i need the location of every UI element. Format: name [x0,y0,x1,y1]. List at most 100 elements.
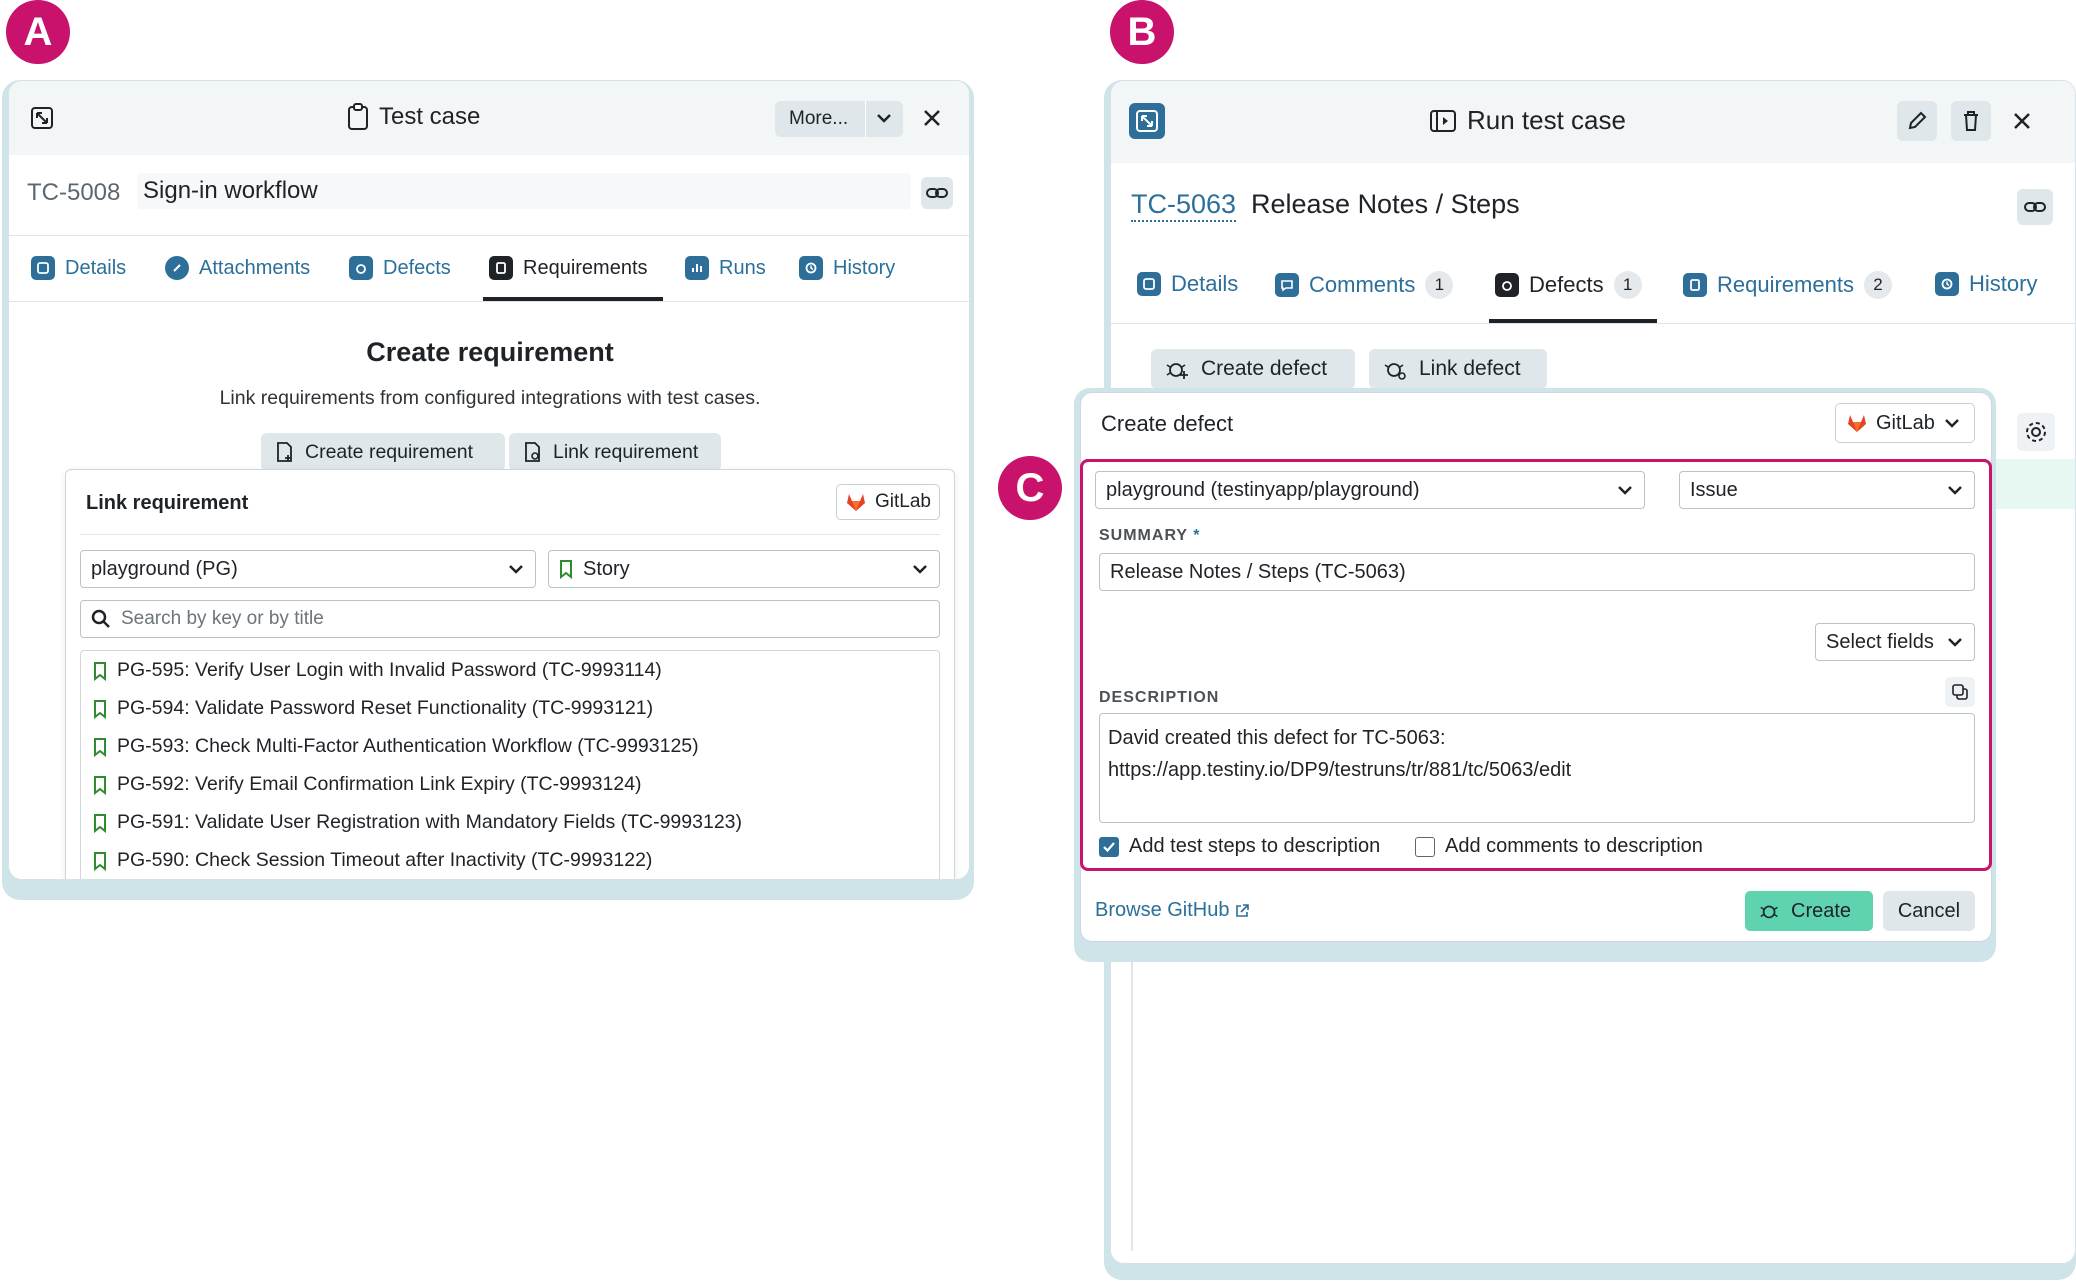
bug-icon [1495,273,1519,297]
copy-link-button[interactable] [921,177,953,209]
link-defect-button[interactable]: Link defect [1369,349,1547,389]
bar-chart-icon [685,256,709,280]
label-c-text: C [1015,465,1045,510]
tc-title-field[interactable]: Sign-in workflow [137,173,911,209]
bookmark-icon [94,661,106,681]
copy-link-button[interactable] [2017,189,2053,225]
list-item[interactable]: PG-594: Validate Password Reset Function… [93,697,653,720]
select-fields-dropdown[interactable]: Select fields [1815,623,1975,661]
tab-requirements[interactable]: Requirements 2 [1683,271,1892,299]
list-item[interactable]: PG-590: Check Session Timeout after Inac… [93,849,652,872]
description-textarea[interactable]: David created this defect for TC-5063: h… [1099,713,1975,823]
bug-icon [349,256,373,280]
external-link-icon [1235,903,1249,917]
cancel-button-label: Cancel [1897,899,1961,922]
tab-details[interactable]: Details [31,256,126,280]
tab-comments-count: 1 [1425,271,1454,299]
issue-type-select[interactable]: Issue [1679,471,1975,509]
delete-button[interactable] [1951,101,1991,141]
panel-a: Test case More... TC-5008 Sign-in workfl… [8,80,970,880]
search-input[interactable]: Search by key or by title [80,600,940,638]
tc-title: Sign-in workflow [143,177,318,204]
tab-defects-label: Defects [383,256,451,279]
create-requirement-button[interactable]: Create requirement [261,433,505,471]
create-requirement-subtext: Link requirements from configured integr… [219,387,761,409]
pencil-icon [1908,111,1927,130]
cancel-button[interactable]: Cancel [1883,891,1975,931]
expand-icon[interactable] [29,105,55,131]
link-icon [2024,202,2046,212]
add-steps-checkbox[interactable] [1099,836,1119,857]
close-icon[interactable] [919,105,945,131]
tc-key-link[interactable]: TC-5063 [1131,189,1237,222]
create-defect-button[interactable]: Create defect [1151,349,1355,389]
select-fields-label: Select fields [1826,630,1934,653]
tab-details[interactable]: Details [1137,271,1238,297]
add-comments-checkbox[interactable] [1415,836,1435,857]
add-comments-option[interactable]: Add comments to description [1415,835,1703,858]
project-select[interactable]: playground (testinyapp/playground) [1095,471,1645,509]
link-requirement-button[interactable]: Link requirement [509,433,721,471]
tab-attachments[interactable]: Attachments [165,256,310,280]
tab-defects[interactable]: Defects 1 [1495,271,1642,299]
tab-defects-label: Defects [1529,272,1604,297]
file-plus-icon [277,442,292,462]
tab-runs[interactable]: Runs [685,256,766,280]
gitlab-icon [847,494,865,511]
gitlab-integration-button[interactable]: GitLab [836,484,940,520]
panel-b-title: Run test case [1467,105,1626,135]
panel-b-header: Run test case [1111,81,2075,163]
tab-comments-label: Comments [1309,272,1416,297]
list-item[interactable]: PG-593: Check Multi-Factor Authenticatio… [93,735,699,758]
tab-attachments-label: Attachments [199,256,311,279]
close-icon[interactable] [2009,108,2035,134]
chevron-down-icon [509,565,523,574]
list-item[interactable]: PG-592: Verify Email Confirmation Link E… [93,773,642,796]
panel-a-title: Test case [379,103,481,130]
tab-runs-label: Runs [719,256,766,279]
list-item-label: PG-595: Verify User Login with Invalid P… [117,659,662,681]
tab-history[interactable]: History [799,256,895,280]
history-icon [799,256,823,280]
project-select[interactable]: playground (PG) [80,550,536,588]
tab-comments[interactable]: Comments 1 [1275,271,1454,299]
tab-requirements-label: Requirements [1717,272,1854,297]
chevron-down-icon [1948,638,1962,647]
edit-button[interactable] [1897,101,1937,141]
type-select-value: Story [583,557,630,580]
tab-defects-count: 1 [1613,271,1642,299]
description-line-1: David created this defect for TC-5063: [1108,727,1446,749]
copy-icon [1952,684,1968,700]
gitlab-label: GitLab [875,491,931,512]
settings-button[interactable] [2017,413,2055,451]
chevron-down-icon [1945,419,1959,428]
tab-history[interactable]: History [1935,271,2037,297]
browse-github-link[interactable]: Browse GitHub [1095,899,1250,922]
comment-icon [1275,273,1299,297]
create-defect-dialog: Create defect GitLab playground (testiny… [1080,392,1992,942]
description-line-2: https://app.testiny.io/DP9/testruns/tr/8… [1108,759,1572,781]
history-icon [1935,272,1959,296]
tabs-divider-top [9,235,969,236]
tc-title: Release Notes / Steps [1251,189,1520,219]
chevron-down-icon [1618,486,1632,495]
bug-plus-icon [1166,363,1188,379]
expand-icon[interactable] [1129,103,1165,139]
add-steps-option[interactable]: Add test steps to description [1099,835,1380,858]
more-button[interactable]: More... [775,101,903,137]
summary-input[interactable]: Release Notes / Steps (TC-5063) [1099,553,1975,591]
type-select[interactable]: Story [548,550,940,588]
link-requirement-title: Link requirement [86,492,249,514]
copy-description-button[interactable] [1945,677,1975,707]
run-icon [1430,109,1456,132]
create-button[interactable]: Create [1745,891,1873,931]
gitlab-integration-select[interactable]: GitLab [1835,403,1975,443]
list-item[interactable]: PG-595: Verify User Login with Invalid P… [93,659,662,682]
list-item[interactable]: PG-591: Validate User Registration with … [93,811,742,834]
tab-defects[interactable]: Defects [349,256,451,280]
panel-b-title-wrap: Run test case [1429,105,1626,136]
tab-requirements-count: 2 [1863,271,1892,299]
tab-requirements[interactable]: Requirements [489,256,648,280]
chevron-down-icon[interactable] [866,109,902,129]
link-panel-divider [80,534,940,535]
